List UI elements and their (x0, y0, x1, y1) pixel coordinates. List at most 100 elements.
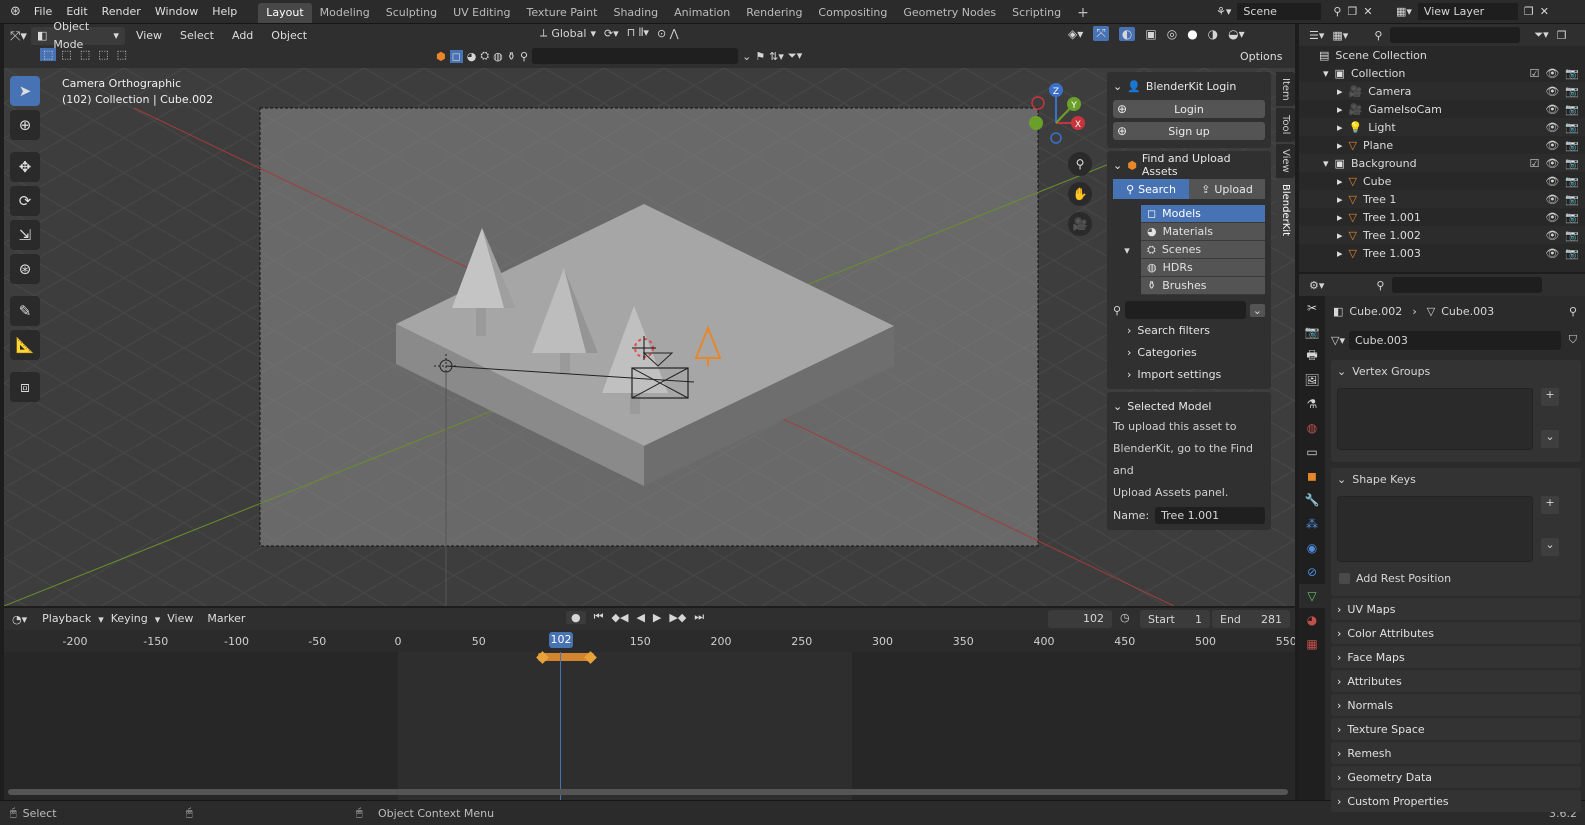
snap-icon[interactable]: ⊓ ⫴▾ (627, 26, 649, 40)
visibility-eye-icon[interactable]: 👁 (1545, 175, 1559, 188)
chevron-down-icon[interactable]: ▾ (1113, 244, 1141, 257)
outliner-search-input[interactable] (1390, 27, 1521, 43)
properties-editor-icon[interactable]: ⚙▾ (1309, 279, 1324, 292)
outliner-row[interactable]: ▸ ▽ Tree 1 👁 📷 (1299, 190, 1585, 208)
tab-item[interactable]: Item (1276, 72, 1295, 106)
sort-icon[interactable]: ⇅▾ (769, 50, 784, 63)
pan-hand-icon[interactable]: ✋ (1068, 182, 1092, 206)
workspace-tab-layout[interactable]: Layout (258, 2, 312, 23)
visibility-eye-icon[interactable]: 👁 (1545, 193, 1559, 206)
view-layer-selector[interactable]: ▦▾ View Layer ❐ ✕ (1396, 3, 1549, 20)
select-invert-icon[interactable]: ⬚ (95, 48, 111, 61)
timeline-body[interactable]: -200-150-100-500501001502002503003504004… (4, 630, 1295, 800)
outliner-row[interactable]: ▸ 💡 Light 👁 📷 (1299, 118, 1585, 136)
select-intersect-icon[interactable]: ⬚ (114, 48, 130, 61)
collection-properties-icon[interactable]: ▭ (1299, 440, 1325, 464)
outliner-row[interactable]: ▾ ▣ Background ☑ 👁 📷 (1299, 154, 1585, 172)
workspace-tab-geometry-nodes[interactable]: Geometry Nodes (895, 3, 1004, 23)
visibility-icon[interactable]: ◈▾ (1068, 27, 1083, 41)
properties-section[interactable]: › Geometry Data (1331, 766, 1581, 788)
asset-type-materials[interactable]: ◕ Materials (1141, 223, 1265, 241)
login-button[interactable]: ⊕ Login (1113, 100, 1265, 118)
visibility-eye-icon[interactable]: 👁 (1545, 67, 1559, 80)
workspace-tab-scripting[interactable]: Scripting (1004, 3, 1069, 23)
properties-section[interactable]: › Normals (1331, 694, 1581, 716)
asset-type-brushes[interactable]: ⚱ Brushes (1141, 277, 1265, 295)
add-rest-position-checkbox[interactable]: Add Rest Position (1339, 572, 1451, 585)
preview-range-icon[interactable]: ◷ (1120, 611, 1130, 624)
menu-object[interactable]: Object (264, 26, 314, 46)
mode-dropdown[interactable]: ◧ Object Mode ▾ (30, 20, 125, 51)
outliner-row[interactable]: ▸ ▽ Tree 1.001 👁 📷 (1299, 208, 1585, 226)
categories-toggle[interactable]: › Categories (1113, 341, 1265, 363)
select-tool-icon[interactable]: ➤ (10, 76, 40, 106)
render-camera-icon[interactable]: 📷 (1565, 139, 1579, 152)
transform-tool-icon[interactable]: ⊛ (10, 254, 40, 284)
import-settings-toggle[interactable]: › Import settings (1113, 363, 1265, 385)
rotate-tool-icon[interactable]: ⟳ (10, 186, 40, 216)
jump-keyframe-forward-icon[interactable]: ▶◆ (669, 611, 686, 624)
properties-section[interactable]: › Texture Space (1331, 718, 1581, 740)
menu-view[interactable]: View (129, 26, 169, 46)
display-mode-icon[interactable]: ▦▾ (1332, 29, 1348, 42)
physics-properties-icon[interactable]: ◉ (1299, 536, 1325, 560)
scale-tool-icon[interactable]: ⇲ (10, 220, 40, 250)
jump-keyframe-back-icon[interactable]: ◆◀ (612, 611, 629, 624)
timeline-editor-icon[interactable]: ◔▾ (4, 613, 35, 626)
camera-view-icon[interactable]: 🎥 (1068, 212, 1092, 236)
expand-right-icon[interactable]: ▸ (1337, 211, 1343, 224)
modifier-properties-icon[interactable]: 🔧 (1299, 488, 1325, 512)
output-properties-icon[interactable]: 🖶 (1299, 344, 1325, 368)
expand-right-icon[interactable]: ▸ (1337, 193, 1343, 206)
view-layer-properties-icon[interactable]: 🖼 (1299, 368, 1325, 392)
expand-down-icon[interactable]: ▾ (1323, 157, 1329, 170)
properties-section[interactable]: › Face Maps (1331, 646, 1581, 668)
menu-timeline-view[interactable]: View (160, 609, 200, 629)
vertex-groups-list[interactable] (1337, 388, 1533, 450)
properties-search-input[interactable] (1392, 277, 1543, 293)
workspace-tab-animation[interactable]: Animation (666, 3, 738, 23)
3d-viewport[interactable]: Camera Orthographic (102) Collection | C… (4, 68, 1295, 606)
editor-type-icon[interactable]: ⤧▾ (10, 29, 27, 44)
zoom-icon[interactable]: ⚲ (1068, 152, 1092, 176)
workspace-tab-texture-paint[interactable]: Texture Paint (518, 3, 605, 23)
render-camera-icon[interactable]: 📷 (1565, 229, 1579, 242)
shape-key-menu-icon[interactable]: ⌄ (1541, 538, 1559, 556)
measure-tool-icon[interactable]: 📐 (10, 330, 40, 360)
menu-window[interactable]: Window (148, 0, 205, 24)
constraints-properties-icon[interactable]: ⊘ (1299, 560, 1325, 584)
render-properties-icon[interactable]: 📷 (1299, 320, 1325, 344)
scene-properties-icon[interactable]: ⚗ (1299, 392, 1325, 416)
visibility-eye-icon[interactable]: 👁 (1545, 211, 1559, 224)
visibility-eye-icon[interactable]: 👁 (1545, 139, 1559, 152)
mesh-datablock-icon[interactable]: ▽▾ (1331, 334, 1345, 347)
blenderkit-search-input[interactable] (1125, 301, 1246, 319)
signup-button[interactable]: ⊕ Sign up (1113, 122, 1265, 140)
tab-tool[interactable]: Tool (1276, 108, 1295, 142)
render-camera-icon[interactable]: 📷 (1565, 103, 1579, 116)
start-frame-field[interactable]: Start 1 (1140, 610, 1210, 628)
expand-right-icon[interactable]: ▸ (1337, 85, 1343, 98)
scene-selector[interactable]: ⚘▾ Scene ⚲ ❐ ✕ (1216, 3, 1373, 20)
visibility-eye-icon[interactable]: 👁 (1545, 247, 1559, 260)
world-properties-icon[interactable]: ◍ (1299, 416, 1325, 440)
end-frame-field[interactable]: End 281 (1212, 610, 1290, 628)
menu-keying[interactable]: Keying (104, 609, 155, 629)
bookmark-icon[interactable]: ⚑ (755, 50, 765, 63)
delete-view-layer-icon[interactable]: ✕ (1540, 5, 1549, 18)
menu-marker[interactable]: Marker (200, 609, 252, 629)
render-camera-icon[interactable]: 📷 (1565, 211, 1579, 224)
play-icon[interactable]: ▶ (653, 611, 661, 624)
outliner-row[interactable]: ▸ 🎥 Camera 👁 📷 (1299, 82, 1585, 100)
search-filters-toggle[interactable]: › Search filters (1113, 319, 1265, 341)
select-subtract-icon[interactable]: ⬚ (77, 48, 93, 61)
menu-add[interactable]: Add (225, 26, 260, 46)
scene-collection-row[interactable]: ▤ Scene Collection (1299, 46, 1585, 64)
outliner-row[interactable]: ▸ ▽ Plane 👁 📷 (1299, 136, 1585, 154)
delete-scene-icon[interactable]: ✕ (1363, 5, 1372, 18)
properties-section[interactable]: › Remesh (1331, 742, 1581, 764)
tab-search[interactable]: ⚲ Search (1113, 179, 1189, 199)
expand-right-icon[interactable]: ▸ (1337, 139, 1343, 152)
xray-icon[interactable]: ▣ (1145, 27, 1156, 41)
include-checkbox-icon[interactable]: ☑ (1529, 67, 1539, 80)
